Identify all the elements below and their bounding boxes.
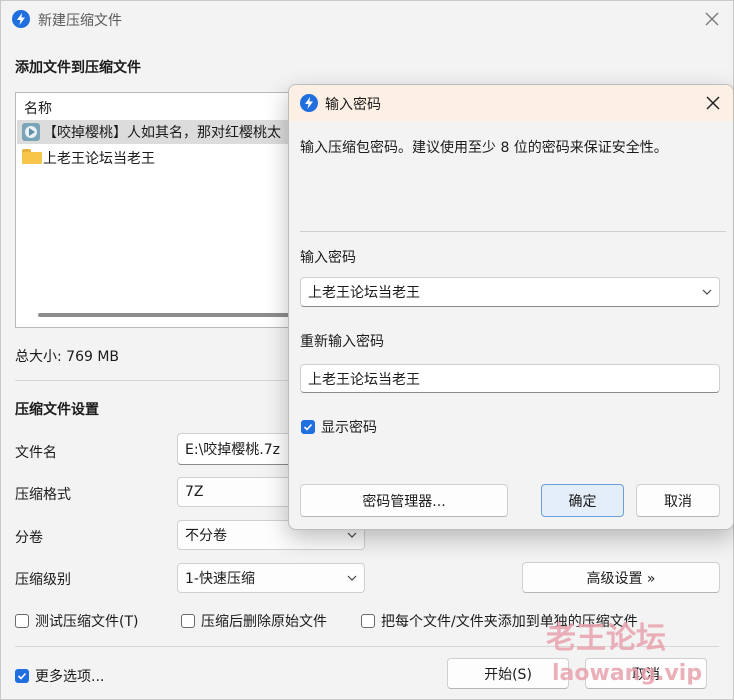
volume-value: 不分卷 <box>185 528 227 544</box>
list-item-label: 上老王论坛当老王 <box>43 151 155 167</box>
level-select[interactable]: 1-快速压缩 <box>177 563 365 593</box>
password-value: 上老王论坛当老王 <box>308 285 420 301</box>
ok-button[interactable]: 确定 <box>541 484 624 517</box>
dialog-close-button[interactable] <box>705 95 721 115</box>
show-password-label: 显示密码 <box>321 420 377 436</box>
password-manager-button[interactable]: 密码管理器... <box>300 484 508 517</box>
level-value: 1-快速压缩 <box>185 571 255 587</box>
delete-after-label: 压缩后删除原始文件 <box>201 614 327 630</box>
level-label: 压缩级别 <box>15 572 71 588</box>
format-value: 7Z <box>185 484 204 500</box>
checkbox-box[interactable] <box>15 669 29 683</box>
close-icon <box>706 96 720 110</box>
app-logo-icon <box>12 10 30 28</box>
advanced-settings-button[interactable]: 高级设置 » <box>522 562 720 593</box>
start-button[interactable]: 开始(S) <box>447 658 569 689</box>
delete-after-checkbox[interactable]: 压缩后删除原始文件 <box>181 611 327 631</box>
checkmark-icon <box>17 672 27 680</box>
add-section-title: 添加文件到压缩文件 <box>15 60 141 76</box>
window-title: 新建压缩文件 <box>38 13 122 29</box>
show-password-checkbox[interactable]: 显示密码 <box>301 417 377 437</box>
checkbox-box[interactable] <box>301 420 315 434</box>
format-label: 压缩格式 <box>15 487 71 503</box>
chevron-down-icon[interactable] <box>702 289 712 295</box>
watermark-logo: 老王论坛 <box>546 621 666 656</box>
chevron-down-icon <box>347 532 357 538</box>
reenter-password-input[interactable]: 上老王论坛当老王 <box>300 364 720 393</box>
list-item[interactable]: 【咬掉樱桃】人如其名，那对红樱桃太 <box>17 120 295 144</box>
dialog-title: 输入密码 <box>325 97 381 113</box>
settings-section-title: 压缩文件设置 <box>15 402 99 418</box>
test-archive-label: 测试压缩文件(T) <box>35 614 139 630</box>
test-archive-checkbox[interactable]: 测试压缩文件(T) <box>15 611 138 631</box>
list-item[interactable]: 上老王论坛当老王 <box>17 145 295 169</box>
horizontal-scrollbar[interactable] <box>38 313 296 317</box>
file-list[interactable]: 名称 【咬掉樱桃】人如其名，那对红樱桃太 上老王论坛当老王 <box>15 92 296 328</box>
more-options-checkbox[interactable]: 更多选项... <box>15 666 104 686</box>
password-label: 输入密码 <box>300 250 356 266</box>
password-dialog: 输入密码 输入压缩包密码。建议使用至少 8 位的密码来保证安全性。 输入密码 上… <box>288 84 734 530</box>
password-input[interactable]: 上老王论坛当老王 <box>300 277 720 307</box>
watermark-url: laowang.vip <box>552 661 703 686</box>
more-options-label: 更多选项... <box>35 669 105 685</box>
dialog-cancel-button[interactable]: 取消 <box>636 484 720 517</box>
window-close-button[interactable] <box>704 11 720 31</box>
list-item-label: 【咬掉樱桃】人如其名，那对红樱桃太 <box>43 125 281 141</box>
divider <box>300 231 726 232</box>
chevron-down-icon <box>347 575 357 581</box>
filename-label: 文件名 <box>15 445 57 461</box>
checkbox-box[interactable] <box>15 614 29 628</box>
dialog-description: 输入压缩包密码。建议使用至少 8 位的密码来保证安全性。 <box>300 140 668 156</box>
total-size: 总大小: 769 MB <box>15 349 120 365</box>
column-header-name[interactable]: 名称 <box>24 98 52 118</box>
close-icon <box>705 12 719 26</box>
checkbox-box[interactable] <box>181 614 195 628</box>
reenter-label: 重新输入密码 <box>300 334 384 350</box>
volume-label: 分卷 <box>15 530 43 546</box>
filename-value: E:\咬掉樱桃.7z <box>185 442 280 458</box>
filename-field[interactable]: E:\咬掉樱桃.7z <box>177 433 297 465</box>
app-logo-icon <box>300 94 318 112</box>
reenter-value: 上老王论坛当老王 <box>308 371 420 388</box>
format-select[interactable]: 7Z <box>177 477 297 507</box>
checkmark-icon <box>303 423 313 431</box>
folder-icon <box>22 149 42 164</box>
checkbox-box[interactable] <box>361 614 375 628</box>
video-file-icon <box>22 123 40 141</box>
